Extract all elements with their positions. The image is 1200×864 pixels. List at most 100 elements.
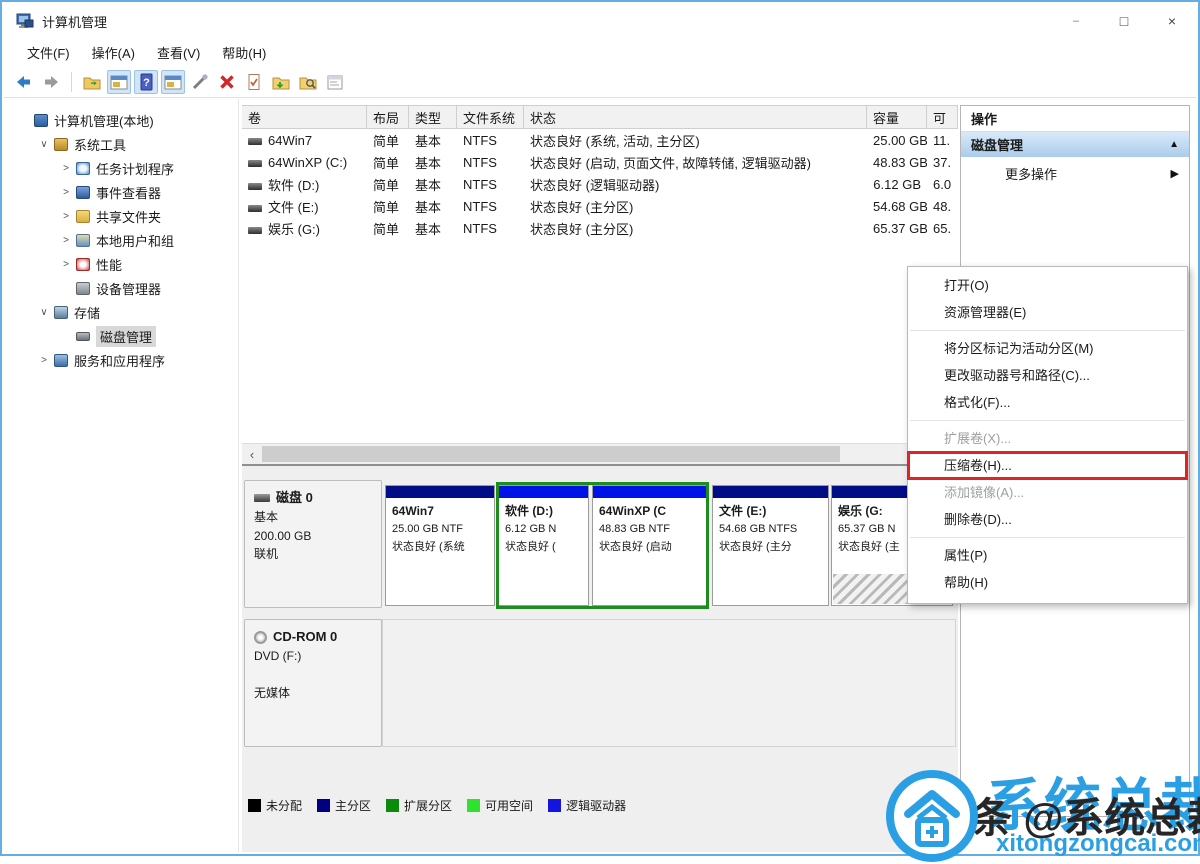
volume-row[interactable]: 64WinXP (C:) 简单 基本 NTFS 状态良好 (启动, 页面文件, … xyxy=(242,152,958,173)
horizontal-scrollbar[interactable]: ‹ xyxy=(242,443,958,464)
menu-item-properties[interactable]: 属性(P) xyxy=(908,542,1187,569)
menu-item-explorer[interactable]: 资源管理器(E) xyxy=(908,299,1187,326)
tree-item-local-users[interactable]: > 本地用户和组 xyxy=(4,228,238,252)
col-capacity[interactable]: 容量 xyxy=(867,106,927,128)
col-filesystem[interactable]: 文件系统 xyxy=(457,106,524,128)
device-manager-icon xyxy=(76,282,90,295)
legend-primary: 主分区 xyxy=(317,797,371,814)
partition-64win7[interactable]: 64Win7 25.00 GB NTF 状态良好 (系统 xyxy=(385,485,495,606)
tree-item-system-tools[interactable]: ∨ 系统工具 xyxy=(4,132,238,156)
menu-item-format[interactable]: 格式化(F)... xyxy=(908,389,1187,416)
col-status[interactable]: 状态 xyxy=(524,106,867,128)
event-viewer-icon xyxy=(76,186,90,199)
volume-fs: NTFS xyxy=(457,221,524,236)
col-layout[interactable]: 布局 xyxy=(367,106,409,128)
tree-label: 服务和应用程序 xyxy=(74,351,165,370)
volume-row[interactable]: 文件 (E:) 简单 基本 NTFS 状态良好 (主分区) 54.68 GB 4… xyxy=(242,196,958,217)
volume-row[interactable]: 娱乐 (G:) 简单 基本 NTFS 状态良好 (主分区) 65.37 GB 6… xyxy=(242,218,958,239)
menu-file[interactable]: 文件(F) xyxy=(16,39,81,66)
minimize-button[interactable]: – xyxy=(1052,4,1100,38)
cdrom-label-tile[interactable]: CD-ROM 0 DVD (F:) 无媒体 xyxy=(244,619,382,747)
menu-separator xyxy=(910,537,1185,538)
menu-item-change-letter[interactable]: 更改驱动器号和路径(C)... xyxy=(908,362,1187,389)
legend-logical-drive: 逻辑驱动器 xyxy=(548,797,626,814)
context-menu: 打开(O) 资源管理器(E) 将分区标记为活动分区(M) 更改驱动器号和路径(C… xyxy=(907,266,1188,604)
folder-export-icon[interactable] xyxy=(80,70,104,94)
volume-row[interactable]: 软件 (D:) 简单 基本 NTFS 状态良好 (逻辑驱动器) 6.12 GB … xyxy=(242,174,958,195)
tools-icon[interactable] xyxy=(188,70,212,94)
partition-e[interactable]: 文件 (E:) 54.68 GB NTFS 状态良好 (主分 xyxy=(712,485,829,606)
chevron-right-icon[interactable]: > xyxy=(58,235,74,246)
cdrom-name: CD-ROM 0 xyxy=(273,627,337,647)
menu-item-open[interactable]: 打开(O) xyxy=(908,272,1187,299)
tree-item-shared-folders[interactable]: > 共享文件夹 xyxy=(4,204,238,228)
collapse-arrow-icon[interactable]: ▲ xyxy=(1169,139,1179,150)
system-tools-icon xyxy=(54,138,68,151)
tree-item-services-apps[interactable]: > 服务和应用程序 xyxy=(4,348,238,372)
shared-folder-icon xyxy=(76,210,90,223)
console-window-icon[interactable] xyxy=(107,70,131,94)
forward-arrow-icon[interactable] xyxy=(39,70,63,94)
volume-status: 状态良好 (主分区) xyxy=(524,197,867,216)
tree-item-task-scheduler[interactable]: > 任务计划程序 xyxy=(4,156,238,180)
chevron-down-icon[interactable]: ∨ xyxy=(36,307,52,318)
volume-icon xyxy=(248,160,262,167)
document-check-icon[interactable] xyxy=(242,70,266,94)
chevron-right-icon[interactable]: > xyxy=(58,187,74,198)
volume-capacity: 48.83 GB xyxy=(867,155,927,170)
menu-item-shrink-volume[interactable]: 压缩卷(H)... xyxy=(908,452,1187,479)
chevron-right-icon[interactable]: > xyxy=(36,355,52,366)
volume-icon xyxy=(248,183,262,190)
tree-item-performance[interactable]: > 性能 xyxy=(4,252,238,276)
tree-item-disk-management[interactable]: 磁盘管理 xyxy=(4,324,238,348)
volume-icon xyxy=(248,205,262,212)
tree-item-computer-management[interactable]: 计算机管理(本地) xyxy=(4,108,238,132)
submenu-arrow-icon: ▶ xyxy=(1171,167,1179,180)
properties-window-icon[interactable] xyxy=(323,70,347,94)
more-actions-item[interactable]: 更多操作 ▶ xyxy=(961,157,1189,189)
col-free[interactable]: 可 xyxy=(927,106,958,128)
disk0-label-tile[interactable]: 磁盘 0 基本 200.00 GB 联机 xyxy=(244,480,382,608)
computer-management-window: 计算机管理 – □ × 文件(F) 操作(A) 查看(V) 帮助(H) ? xyxy=(0,0,1200,856)
volume-layout: 简单 xyxy=(367,131,409,150)
chevron-right-icon[interactable]: > xyxy=(58,163,74,174)
tree-item-event-viewer[interactable]: > 事件查看器 xyxy=(4,180,238,204)
scroll-left-icon[interactable]: ‹ xyxy=(244,445,260,463)
partition-legend: 未分配 主分区 扩展分区 可用空间 逻辑驱动器 xyxy=(248,797,626,814)
menu-help[interactable]: 帮助(H) xyxy=(211,39,277,66)
menu-item-help[interactable]: 帮助(H) xyxy=(908,569,1187,596)
cdrom-drive: DVD (F:) xyxy=(254,647,372,666)
col-type[interactable]: 类型 xyxy=(409,106,457,128)
cdrom-media-status: 无媒体 xyxy=(254,684,372,703)
tree-item-storage[interactable]: ∨ 存储 xyxy=(4,300,238,324)
maximize-button[interactable]: □ xyxy=(1100,4,1148,38)
tree-item-device-manager[interactable]: 设备管理器 xyxy=(4,276,238,300)
chevron-right-icon[interactable]: > xyxy=(58,211,74,222)
volume-row[interactable]: 64Win7 简单 基本 NTFS 状态良好 (系统, 活动, 主分区) 25.… xyxy=(242,130,958,151)
delete-x-icon[interactable] xyxy=(215,70,239,94)
volume-free: 6.0 xyxy=(927,177,958,192)
console-window-2-icon[interactable] xyxy=(161,70,185,94)
scrollbar-thumb[interactable] xyxy=(262,446,840,462)
primary-partition-strip xyxy=(386,486,494,498)
menu-view[interactable]: 查看(V) xyxy=(146,39,211,66)
volume-free: 48. xyxy=(927,199,958,214)
folder-search-icon[interactable] xyxy=(296,70,320,94)
back-arrow-icon[interactable] xyxy=(12,70,36,94)
menu-item-mark-active[interactable]: 将分区标记为活动分区(M) xyxy=(908,335,1187,362)
chevron-down-icon[interactable]: ∨ xyxy=(36,139,52,150)
menu-action[interactable]: 操作(A) xyxy=(81,39,146,66)
partition-c[interactable]: 64WinXP (C 48.83 GB NTF 状态良好 (启动 xyxy=(592,485,706,606)
volume-list: 卷 布局 类型 文件系统 状态 容量 可 64Win7 简单 基本 NTFS 状… xyxy=(242,105,958,239)
col-volume[interactable]: 卷 xyxy=(242,106,367,128)
folder-go-icon[interactable] xyxy=(269,70,293,94)
close-button[interactable]: × xyxy=(1148,4,1196,38)
menu-item-delete-volume[interactable]: 删除卷(D)... xyxy=(908,506,1187,533)
chevron-right-icon[interactable]: > xyxy=(58,259,74,270)
volume-free: 37. xyxy=(927,155,958,170)
help-book-icon[interactable]: ? xyxy=(134,70,158,94)
tree-label: 事件查看器 xyxy=(96,183,161,202)
partition-d[interactable]: 软件 (D:) 6.12 GB N 状态良好 ( xyxy=(499,485,589,606)
actions-section-disk-management[interactable]: 磁盘管理 ▲ xyxy=(961,132,1189,157)
volume-name: 娱乐 (G:) xyxy=(268,222,320,237)
